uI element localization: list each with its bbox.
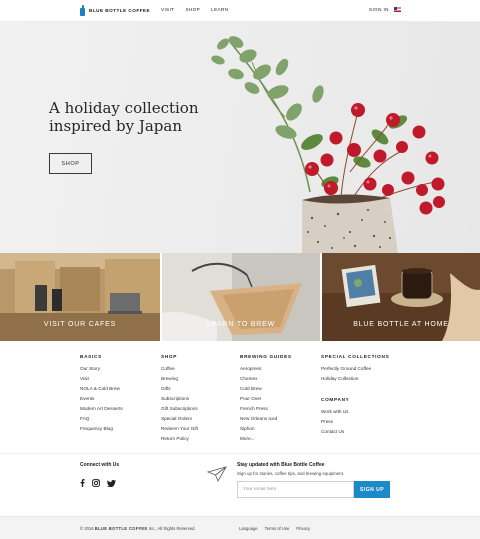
paper-plane-icon (207, 466, 227, 482)
footer-link[interactable]: Gift Subscriptions (161, 404, 198, 414)
footer-link[interactable]: Contact Us (321, 427, 389, 437)
footer-link[interactable]: Brewing (161, 374, 198, 384)
footer-col-basics: BASICS Our Story Visit NOLA & Cold Brew … (80, 354, 123, 434)
tile-label-brew: LEARN TO BREW (206, 321, 276, 328)
footer-col-shop: SHOP Coffee Brewing Gifts Subscriptions … (161, 354, 198, 444)
tile-visit-cafes[interactable]: VISIT OUR CAFES (0, 253, 160, 341)
instagram-icon[interactable] (92, 474, 100, 492)
tile-label-visit: VISIT OUR CAFES (43, 321, 117, 328)
footer-col-special-collections: SPECIAL COLLECTIONS Perfectly Ground Cof… (321, 354, 389, 437)
footer-link[interactable]: More... (240, 434, 292, 444)
nav-shop[interactable]: SHOP (186, 7, 201, 12)
footer-link[interactable]: Press (321, 417, 389, 427)
footer-link[interactable]: French Press (240, 404, 292, 414)
sign-up-button[interactable]: SIGN UP (354, 481, 390, 498)
logo-text: BLUE BOTTLE COFFEE (89, 8, 151, 13)
footer-link[interactable]: Perfectly Ground Coffee (321, 364, 389, 374)
copyright-text: Inc., All Rights Reserved. (148, 526, 196, 531)
feature-tiles: VISIT OUR CAFES LEARN TO BREW BLUE BOTTL… (0, 253, 480, 341)
newsletter-section: Connect with Us Stay updated with Blue B… (0, 453, 480, 516)
footer-link[interactable]: Cold Brew (240, 384, 292, 394)
language-link[interactable]: Language (239, 526, 258, 531)
footer-link[interactable]: Frequency Blog (80, 424, 123, 434)
facebook-icon[interactable] (80, 474, 85, 492)
footer-link[interactable]: Special Orders (161, 414, 198, 424)
footer-link[interactable]: Redeem Your Gift (161, 424, 198, 434)
footer-link[interactable]: Siphon (240, 424, 292, 434)
footer-links: BASICS Our Story Visit NOLA & Cold Brew … (0, 341, 480, 453)
nav-visit[interactable]: VISIT (161, 7, 175, 12)
legal-links: Language Terms of Use Privacy (239, 526, 310, 531)
newsletter-subtitle: Sign up for stories, coffee tips, and br… (237, 471, 345, 476)
privacy-link[interactable]: Privacy (296, 526, 310, 531)
newsletter-title: Stay updated with Blue Bottle Coffee (237, 462, 325, 468)
copyright-year: © 2016 (80, 526, 94, 531)
footer-heading-basics: BASICS (80, 354, 102, 359)
footer-heading-special: SPECIAL COLLECTIONS (321, 354, 390, 359)
holiday-vase-illustration (211, 36, 445, 253)
footer-link[interactable]: Pour Over (240, 394, 292, 404)
tile-learn-to-brew[interactable]: LEARN TO BREW (160, 253, 320, 341)
hero-banner: A holiday collection inspired by Japan S… (0, 22, 480, 253)
footer-link[interactable]: Subscriptions (161, 394, 198, 404)
footer-link[interactable]: Gifts (161, 384, 198, 394)
footer-link[interactable]: Holiday Collection (321, 374, 389, 384)
footer-link[interactable]: Chemex (240, 374, 292, 384)
tile-label-home: BLUE BOTTLE AT HOME (353, 321, 449, 328)
footer-link[interactable]: Events (80, 394, 123, 404)
twitter-icon[interactable] (107, 474, 116, 492)
footer-link[interactable]: NOLA & Cold Brew (80, 384, 123, 394)
email-field[interactable] (237, 481, 354, 498)
footer-link[interactable]: FAQ (80, 414, 123, 424)
footer-link[interactable]: New Orleans Iced (240, 414, 292, 424)
footer-heading-company: COMPANY (321, 397, 350, 402)
hero-shop-button[interactable]: SHOP (49, 153, 92, 174)
footer-link[interactable]: Aeropress (240, 364, 292, 374)
footer-link[interactable]: Visit (80, 374, 123, 384)
social-links (80, 474, 116, 492)
footer-link[interactable]: Modern Art Desserts (80, 404, 123, 414)
footer-col-brewing-guides: BREWING GUIDES Aeropress Chemex Cold Bre… (240, 354, 292, 444)
footer-link[interactable]: Return Policy (161, 434, 198, 444)
tile-blue-bottle-at-home[interactable]: BLUE BOTTLE AT HOME (320, 253, 480, 341)
copyright: © 2016 BLUE BOTTLE COFFEE Inc., All Righ… (80, 526, 196, 531)
connect-title: Connect with Us (80, 462, 120, 468)
footer-heading-brewing: BREWING GUIDES (240, 354, 292, 359)
copyright-brand: BLUE BOTTLE COFFEE (94, 526, 148, 531)
footer-heading-shop: SHOP (161, 354, 178, 359)
us-flag-icon[interactable] (394, 7, 401, 12)
sign-in-link[interactable]: SIGN IN (369, 7, 389, 12)
terms-link[interactable]: Terms of Use (265, 526, 290, 531)
nav-learn[interactable]: LEARN (211, 7, 228, 12)
site-header: BLUE BOTTLE COFFEE VISIT SHOP LEARN SIGN… (0, 0, 480, 22)
footer-link[interactable]: Coffee (161, 364, 198, 374)
footer-link[interactable]: Work with Us (321, 407, 389, 417)
bottom-bar: © 2016 BLUE BOTTLE COFFEE Inc., All Righ… (0, 516, 480, 539)
logo[interactable]: BLUE BOTTLE COFFEE (80, 5, 150, 16)
footer-link[interactable]: Our Story (80, 364, 123, 374)
main-nav: VISIT SHOP LEARN (161, 7, 228, 12)
bottle-logo-icon (80, 5, 85, 16)
